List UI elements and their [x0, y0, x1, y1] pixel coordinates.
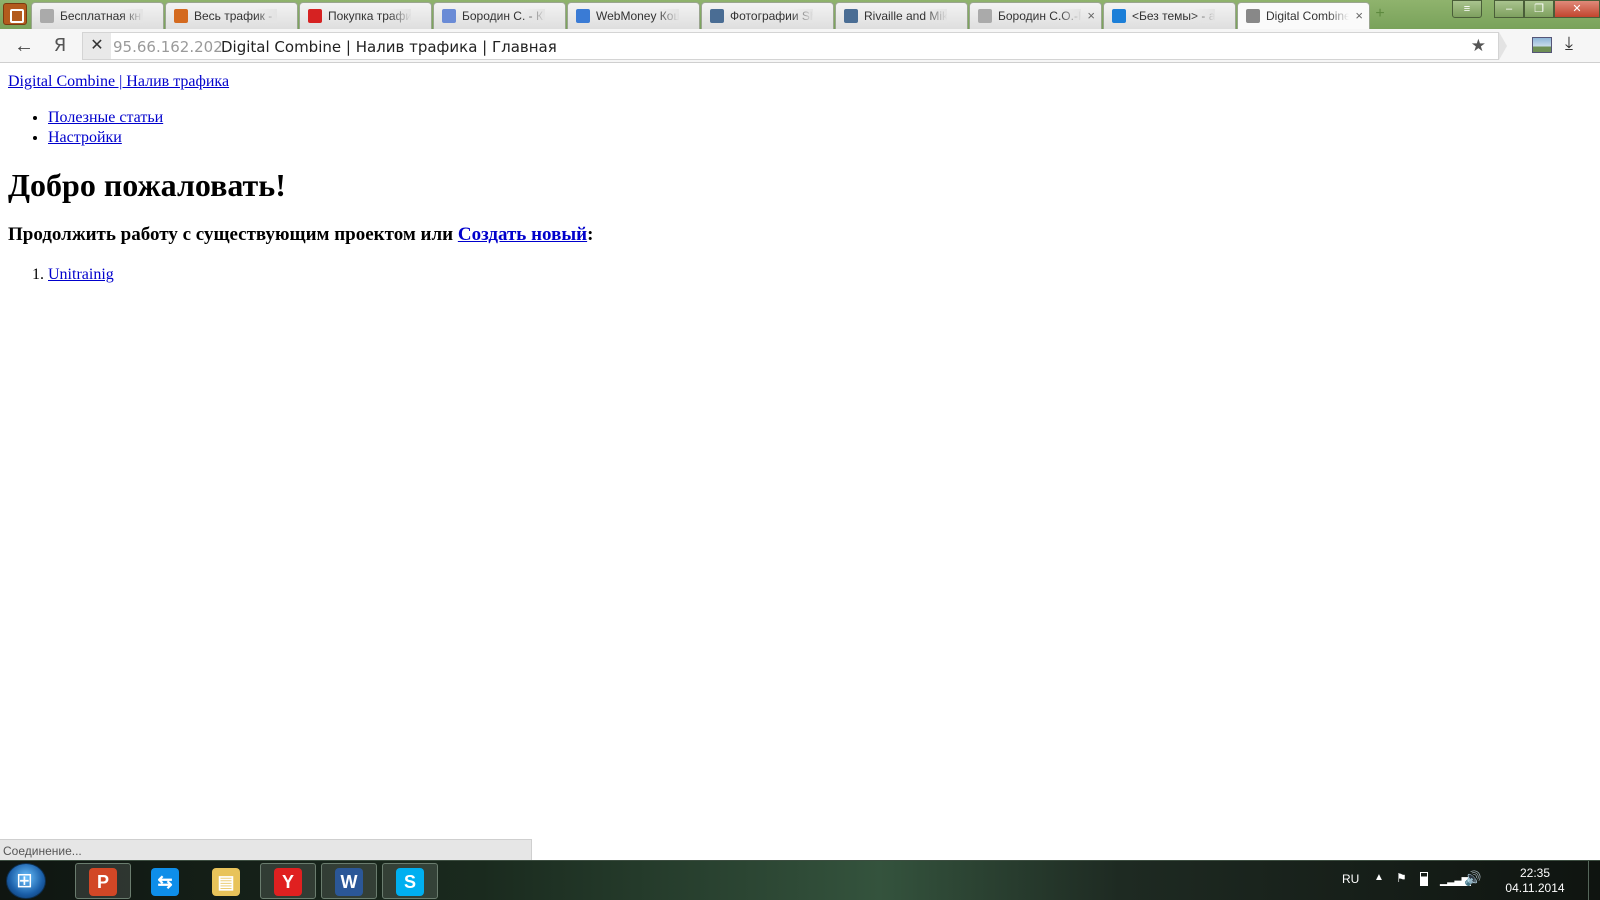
taskbar: P ⇆ ▤ Y W S RU ▲ ⚑ ▁▂▃▅ 🔊 22:35 04.11.2014 [0, 860, 1600, 900]
list-item: Unitrainig [48, 265, 114, 285]
loading-icon [1246, 9, 1260, 23]
action-center-flag-icon[interactable]: ⚑ [1396, 871, 1410, 885]
bookmark-star-icon[interactable]: ★ [1471, 36, 1486, 56]
clock-date: 04.11.2014 [1505, 881, 1565, 895]
navigation-bar: ← Я ✕ 95.66.162.202 Digital Combine | На… [0, 29, 1600, 63]
browser-tab[interactable]: Покупка трафи [299, 2, 432, 29]
continue-text: Продолжить работу с существующим проекто… [8, 224, 458, 245]
pinwheel-icon [442, 9, 456, 23]
address-bar-tail [1499, 32, 1507, 60]
tab-label: Бородин С.О.-К [998, 9, 1081, 23]
page-icon [978, 9, 992, 23]
clock[interactable]: 22:35 04.11.2014 [1505, 866, 1565, 896]
browser-tab[interactable]: Фотографии Sh [701, 2, 834, 29]
new-tab-button[interactable]: + [1370, 6, 1390, 22]
globe-icon [576, 9, 590, 23]
create-new-link[interactable]: Создать новый [458, 224, 587, 245]
clock-time: 22:35 [1519, 866, 1551, 880]
tab-label: Rivaille and Mik [864, 9, 947, 23]
browser-tab[interactable]: Rivaille and Mik [835, 2, 968, 29]
tab-label: Бородин С. - К [462, 9, 545, 23]
taskbar-app-button[interactable]: Y [260, 863, 316, 899]
skype-icon: S [396, 868, 424, 896]
teamviewer-icon: ⇆ [151, 868, 179, 896]
stop-loading-button[interactable]: ✕ [83, 33, 111, 59]
back-button[interactable]: ← [12, 34, 36, 58]
site-home-link[interactable]: Digital Combine | Налив трафика [8, 73, 229, 91]
window-controls: ≡ – ❐ ✕ [1452, 0, 1600, 20]
tab-label: Покупка трафи [328, 9, 411, 23]
powerpoint-icon: P [89, 868, 117, 896]
site-nav-item: Полезные статьи [48, 108, 163, 128]
browser-tab[interactable]: WebMoney Кош [567, 2, 700, 29]
taskbar-app-button[interactable]: S [382, 863, 438, 899]
browser-tab[interactable]: <Без темы> - a [1103, 2, 1236, 29]
browser-menu-icon[interactable] [3, 3, 27, 25]
settings-menu-button[interactable]: ≡ [1452, 0, 1482, 18]
word-icon: W [335, 868, 363, 896]
project-link[interactable]: Unitrainig [48, 266, 114, 283]
taskbar-app-button[interactable]: W [321, 863, 377, 899]
download-icon[interactable]: ⤓ [1565, 33, 1573, 54]
tab-label: Digital Combine [1266, 9, 1349, 23]
browser-tab[interactable]: Бесплатная кн [31, 2, 164, 29]
taskbar-app-button[interactable]: ▤ [198, 863, 254, 899]
project-list: Unitrainig [48, 265, 114, 285]
site-nav-item: Настройки [48, 128, 163, 148]
vk-icon [844, 9, 858, 23]
tab-list: Бесплатная кн Весь трафик - С Покупка траф… [31, 2, 1431, 29]
taskbar-app-button[interactable]: P [75, 863, 131, 899]
start-button[interactable] [6, 863, 46, 899]
tab-label: Фотографии Sh [730, 9, 813, 23]
maximize-button[interactable]: ❐ [1524, 0, 1554, 18]
system-tray: RU ▲ ⚑ ▁▂▃▅ 🔊 22:35 04.11.2014 [1340, 861, 1600, 900]
vk-icon [710, 9, 724, 23]
minimize-button[interactable]: – [1494, 0, 1524, 18]
tab-close-icon[interactable]: × [1355, 8, 1363, 23]
show-desktop-button[interactable] [1588, 861, 1600, 900]
address-page-title: Digital Combine | Налив трафика | Главна… [221, 38, 557, 56]
battery-icon[interactable] [1420, 872, 1428, 886]
browser-tab[interactable]: Бородин С.О.-К × [969, 2, 1102, 29]
site-nav: Полезные статьи Настройки [48, 108, 163, 148]
browser-tab[interactable]: Весь трафик - С [165, 2, 298, 29]
settings-link[interactable]: Настройки [48, 129, 122, 146]
yandex-icon [308, 9, 322, 23]
browser-tab[interactable]: Digital Combine × [1237, 2, 1370, 29]
image-icon[interactable] [1532, 37, 1552, 53]
taskbar-app-button[interactable]: ⇆ [137, 863, 193, 899]
language-indicator[interactable]: RU [1342, 872, 1359, 886]
continue-prompt: Продолжить работу с существующим проекто… [8, 224, 593, 246]
tab-label: Бесплатная кн [60, 9, 143, 23]
chart-icon [174, 9, 188, 23]
page-content: Digital Combine | Налив трафика Полезные… [0, 64, 1600, 840]
continue-suffix: : [587, 224, 594, 245]
tab-strip: Бесплатная кн Весь трафик - С Покупка траф… [0, 0, 1600, 29]
page-icon [40, 9, 54, 23]
articles-link[interactable]: Полезные статьи [48, 109, 163, 126]
tab-label: <Без темы> - a [1132, 9, 1215, 23]
address-bar[interactable]: ✕ 95.66.162.202 Digital Combine | Налив … [82, 32, 1499, 60]
tab-label: WebMoney Кош [596, 9, 679, 23]
yandex-browser-icon: Y [274, 868, 302, 896]
show-hidden-icons-icon[interactable]: ▲ [1374, 872, 1384, 883]
browser-tab[interactable]: Бородин С. - К [433, 2, 566, 29]
tab-close-icon[interactable]: × [1087, 8, 1095, 23]
close-window-button[interactable]: ✕ [1554, 0, 1600, 18]
yandex-home-button[interactable]: Я [48, 34, 72, 58]
address-host: 95.66.162.202 [113, 38, 223, 56]
status-bar: Соединение... [0, 839, 532, 860]
page-title: Добро пожаловать! [8, 167, 286, 203]
volume-icon[interactable]: 🔊 [1464, 870, 1481, 887]
tab-label: Весь трафик - С [194, 9, 277, 23]
file-explorer-icon: ▤ [212, 868, 240, 896]
mail-icon [1112, 9, 1126, 23]
